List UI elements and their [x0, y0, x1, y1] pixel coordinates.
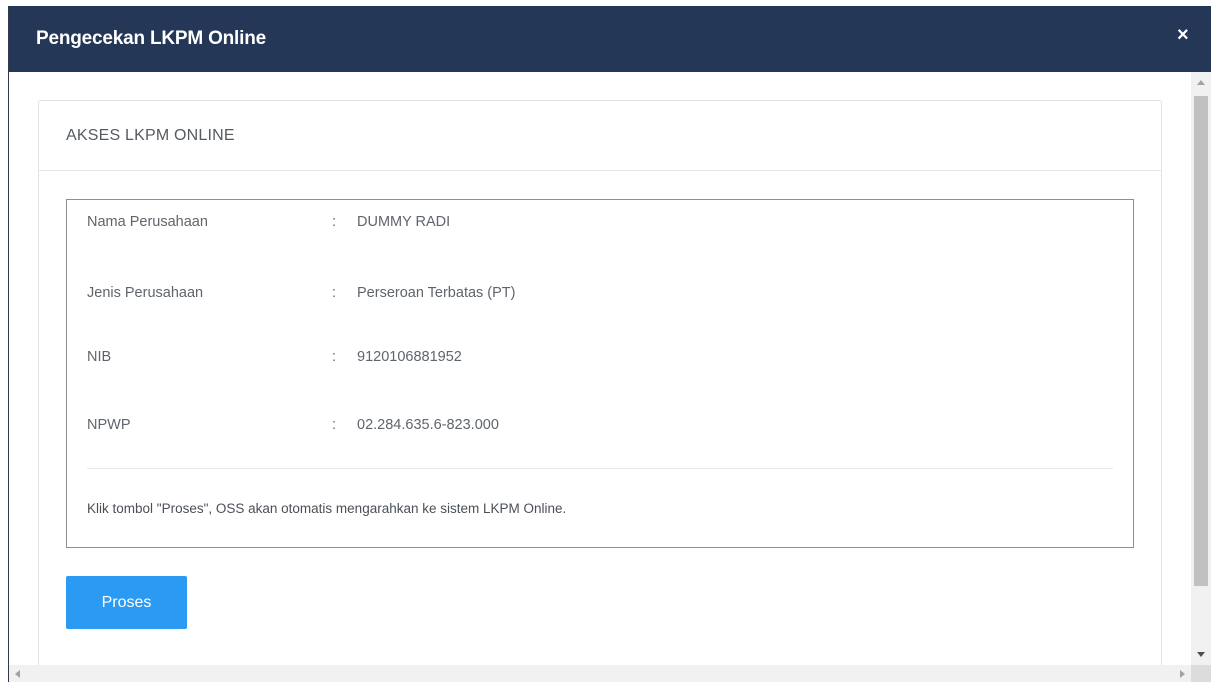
- panel-heading: AKSES LKPM ONLINE: [39, 101, 1161, 171]
- scroll-left-icon[interactable]: [15, 670, 20, 678]
- akses-panel: AKSES LKPM ONLINE Nama Perusahaan : DUMM…: [38, 100, 1162, 665]
- company-info-box: Nama Perusahaan : DUMMY RADI Jenis Perus…: [66, 199, 1134, 548]
- info-label: NIB: [87, 349, 112, 365]
- info-separator: :: [332, 214, 337, 230]
- info-value: 02.284.635.6-823.000: [357, 417, 499, 433]
- instruction-note: Klik tombol "Proses", OSS akan otomatis …: [87, 501, 567, 516]
- proses-button[interactable]: Proses: [66, 576, 187, 629]
- info-label: NPWP: [87, 417, 131, 433]
- scroll-up-icon[interactable]: [1197, 80, 1205, 85]
- vertical-scrollbar[interactable]: [1191, 72, 1211, 665]
- close-icon[interactable]: ×: [1177, 25, 1191, 46]
- scroll-down-icon[interactable]: [1197, 652, 1205, 657]
- modal-body: AKSES LKPM ONLINE Nama Perusahaan : DUMM…: [9, 72, 1191, 665]
- modal-header: Pengecekan LKPM Online ×: [9, 6, 1211, 72]
- info-separator: :: [332, 349, 337, 365]
- scrollbar-corner: [1191, 665, 1211, 682]
- panel-title: AKSES LKPM ONLINE: [66, 127, 235, 144]
- info-value: Perseroan Terbatas (PT): [357, 285, 516, 301]
- info-label: Nama Perusahaan: [87, 214, 208, 230]
- vertical-scrollbar-thumb[interactable]: [1194, 96, 1208, 586]
- info-separator: :: [332, 285, 337, 301]
- divider: [87, 468, 1113, 469]
- info-separator: :: [332, 417, 337, 433]
- modal-title: Pengecekan LKPM Online: [36, 28, 266, 49]
- horizontal-scrollbar[interactable]: [9, 665, 1191, 682]
- lkpm-modal: Pengecekan LKPM Online × AKSES LKPM ONLI…: [8, 6, 1211, 682]
- info-value: 9120106881952: [357, 349, 462, 365]
- info-value: DUMMY RADI: [357, 214, 451, 230]
- info-label: Jenis Perusahaan: [87, 285, 204, 301]
- scroll-right-icon[interactable]: [1180, 670, 1185, 678]
